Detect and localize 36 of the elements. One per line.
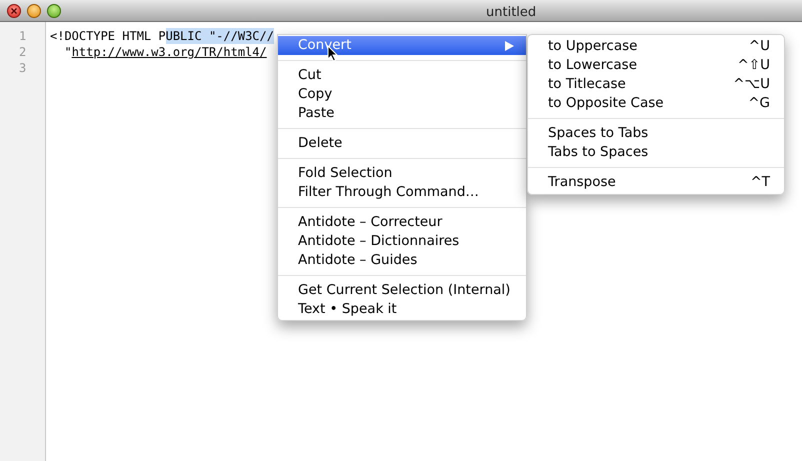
line-number: 1 xyxy=(18,28,26,44)
menu-item[interactable]: Cut xyxy=(278,66,526,85)
submenu-item[interactable]: Transpose ^T xyxy=(528,173,784,192)
submenu-item[interactable]: to Lowercase ^⇧U xyxy=(528,56,784,75)
menu-item[interactable]: Get Current Selection (Internal) xyxy=(278,281,526,300)
menu-item[interactable]: Paste xyxy=(278,104,526,123)
shortcut-label: ^U xyxy=(748,37,770,56)
menu-item[interactable]: Text • Speak it xyxy=(278,300,526,319)
shortcut-label: ^⌥U xyxy=(733,75,770,94)
shortcut-label: ^⇧U xyxy=(737,56,770,76)
shortcut-label: ^G xyxy=(748,94,770,114)
menu-item[interactable]: Convert xyxy=(278,36,526,55)
menu-item[interactable]: Copy xyxy=(278,85,526,104)
code-text: UBLIC "-//W3C// xyxy=(166,28,274,44)
code-text: <!DOCTYPE HTML P xyxy=(50,28,166,44)
submenu-item[interactable]: to Uppercase ^U xyxy=(528,37,784,56)
shortcut-label: ^T xyxy=(750,173,770,192)
zoom-button[interactable] xyxy=(47,4,61,18)
window-title: untitled xyxy=(486,4,536,22)
minimize-button[interactable] xyxy=(27,4,41,18)
close-button[interactable] xyxy=(7,4,21,18)
submenu-item[interactable]: to Opposite Case ^G xyxy=(528,94,784,113)
submenu-item[interactable]: to Titlecase ^⌥U xyxy=(528,75,784,94)
line-number: 3 xyxy=(18,60,26,76)
menu-item[interactable]: Antidote – Dictionnaires xyxy=(278,232,526,251)
close-icon xyxy=(11,8,17,14)
submenu-item[interactable]: Tabs to Spaces xyxy=(528,143,784,162)
line-number: 2 xyxy=(18,44,26,60)
menu-item[interactable]: Antidote – Correcteur xyxy=(278,213,526,232)
menu-item[interactable]: Antidote – Guides xyxy=(278,251,526,270)
code-link[interactable]: http://www.w3.org/TR/html4/ xyxy=(72,44,267,60)
code-text: " xyxy=(63,44,72,60)
menu-item[interactable]: Fold Selection xyxy=(278,164,526,183)
menu-item[interactable]: Delete xyxy=(278,134,526,153)
submenu-item[interactable]: Spaces to Tabs xyxy=(528,124,784,143)
menu-item[interactable]: Filter Through Command… xyxy=(278,183,526,202)
